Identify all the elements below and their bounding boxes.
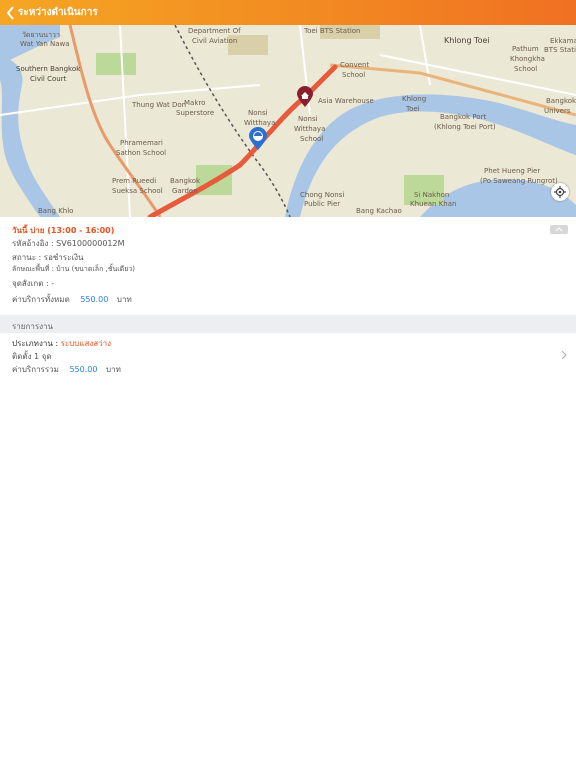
locate-button[interactable]: [551, 183, 569, 201]
page-title: ระหว่างดำเนินการ: [18, 7, 98, 18]
back-button[interactable]: ระหว่างดำเนินการ: [0, 0, 98, 25]
map-label: Civil Aviation: [192, 37, 238, 45]
map-label: Nonsi: [298, 115, 318, 123]
subtotal-row: ค่าบริการรวม 550.00 บาท: [12, 363, 121, 376]
home-pin-icon[interactable]: [296, 86, 314, 108]
map-label: Si Nakhon: [414, 191, 450, 199]
booking-status: สถานะ : รอชำระเงิน: [12, 253, 84, 262]
map-label: Department Of: [188, 27, 241, 35]
total-value: 550.00: [80, 295, 109, 304]
map-label: Khuean Khan: [410, 200, 457, 208]
currency-label: บาท: [116, 295, 132, 304]
map-label: Garden: [172, 187, 198, 195]
map-label: Makro: [184, 99, 206, 107]
map-label: Sathon School: [116, 149, 167, 157]
map-label: Khlong Toei: [444, 36, 490, 45]
map-label: Sueksa School: [112, 187, 163, 195]
map-label: Phet Hueng Pier: [484, 167, 541, 175]
header-bar: ระหว่างดำเนินการ: [0, 0, 576, 25]
map-label: School: [514, 65, 538, 73]
map-label: (Po Saweang Rungrot): [480, 177, 558, 185]
total-price-row: ค่าบริการทั้งหมด 550.00 บาท: [12, 293, 132, 306]
map-label: Bangkok: [546, 97, 576, 105]
map-label: Toei BTS Station: [304, 27, 361, 35]
map-label: Bang Khlo: [38, 207, 74, 215]
job-quantity: ติดตั้ง 1 จุด: [12, 352, 52, 361]
map-label: Toei: [406, 105, 420, 113]
map-label: Chong Nonsi: [300, 191, 345, 199]
booking-detail: วันนี้ บ่าย (13:00 - 16:00) รหัสอ้างอิง …: [0, 217, 576, 315]
map-label: Bangkok: [170, 177, 201, 185]
booking-reference: รหัสอ้างอิง : SV6100000012M: [12, 239, 125, 248]
map-label: (Khlong Toei Port): [434, 123, 496, 131]
map-label: Thung Wat Don: [132, 101, 187, 109]
map-label: Pathum: [512, 45, 539, 53]
total-label: ค่าบริการทั้งหมด: [12, 295, 70, 304]
chevron-right-icon: [561, 350, 567, 360]
map-label: Superstore: [176, 109, 215, 117]
map-label: BTS Station: [544, 46, 576, 54]
job-type-row: ประเภทงาน : ระบบแสงสว่าง: [12, 337, 111, 350]
map-label: Convent: [340, 61, 370, 69]
map-label: Wat Yan Nawa: [20, 40, 70, 48]
job-list-item[interactable]: ประเภทงาน : ระบบแสงสว่าง ติดตั้ง 1 จุด ค…: [0, 333, 576, 377]
subtotal-currency: บาท: [106, 365, 121, 374]
map-label: School: [300, 135, 324, 143]
booking-date: วันนี้ บ่าย (13:00 - 16:00): [12, 226, 115, 235]
job-type-label: ประเภทงาน :: [12, 339, 61, 348]
map-label: Bang Kachao: [356, 207, 402, 215]
map-label: Southern Bangkok: [16, 65, 81, 73]
job-list-header: รายการงาน: [0, 315, 576, 333]
map-label: Phramemari: [120, 139, 163, 147]
map-label: วัดยานนาวา: [22, 31, 60, 39]
route-map[interactable]: Department Of Civil Aviation Toei BTS St…: [0, 25, 576, 217]
job-type-value: ระบบแสงสว่าง: [60, 339, 112, 348]
map-label: Nonsi: [248, 109, 268, 117]
back-chevron-icon: [6, 5, 14, 20]
map-label: School: [342, 71, 366, 79]
locate-icon: [554, 186, 566, 198]
map-label: Bangkok Port: [440, 113, 487, 121]
subtotal-label: ค่าบริการรวม: [12, 365, 59, 374]
section-title: รายการงาน: [12, 322, 53, 331]
worker-pin-icon[interactable]: [248, 127, 268, 151]
collapse-button[interactable]: [550, 225, 568, 234]
landmark: จุดสังเกต : -: [12, 279, 55, 288]
collapse-icon: [555, 227, 563, 232]
map-label: Witthaya: [244, 119, 276, 127]
map-background: [0, 25, 576, 217]
map-label: Witthaya: [294, 125, 326, 133]
map-label: Khongkha: [510, 55, 545, 63]
map-label: Ekkamai: [550, 37, 576, 45]
map-label: Civil Court: [30, 75, 67, 83]
property-type: ลักษณะพื้นที่ : บ้าน (ขนาดเล็ก ,ชั้นเดีย…: [12, 265, 135, 273]
map-label: Khlong: [402, 95, 427, 103]
map-label: Public Pier: [304, 200, 341, 208]
map-label: Univers: [544, 107, 571, 115]
map-label: Asia Warehouse: [318, 97, 374, 105]
subtotal-value: 550.00: [69, 365, 98, 374]
map-label: Prem Rueedi: [112, 177, 157, 185]
